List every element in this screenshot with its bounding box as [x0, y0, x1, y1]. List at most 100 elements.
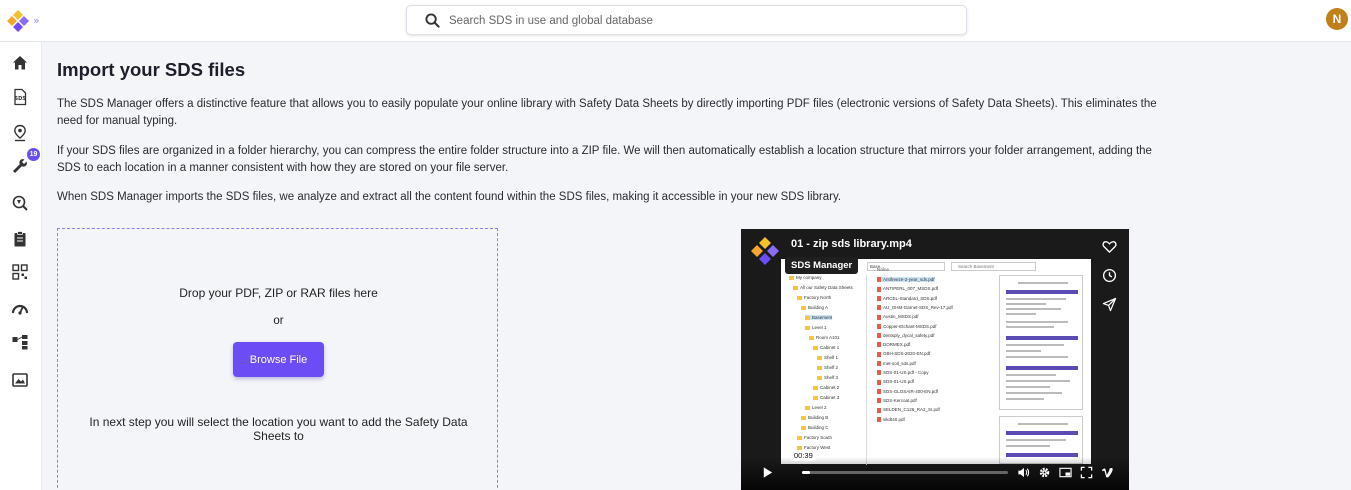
explorer-file-item: SDS-Kercoat.pdf — [877, 398, 917, 403]
explorer-folder-item: Building A — [801, 305, 828, 310]
explorer-folder-item: Building B — [801, 415, 828, 420]
sidebar-item-home[interactable] — [9, 52, 31, 74]
image-report-icon — [12, 373, 28, 387]
explorer-folder-item: Factory South — [797, 435, 832, 440]
wrench-icon — [13, 159, 27, 173]
explorer-search-box: Search Basement — [951, 262, 1036, 271]
explorer-folder-item: Factory North — [797, 295, 831, 300]
like-button[interactable] — [1098, 235, 1120, 257]
explorer-file-item: GBH-SDS-2020-EN.pdf — [877, 351, 930, 356]
explorer-folder-item: Room A101 — [809, 335, 840, 340]
explorer-file-item: AU_GHM-Garnet-SDS_Rev-17.pdf — [877, 305, 953, 310]
explorer-folder-item: Shelf 2 — [817, 365, 838, 370]
next-step-hint: In next step you will select the locatio… — [89, 415, 468, 443]
svg-text:SDS: SDS — [15, 96, 27, 102]
explorer-file-item: SDS-GLOSAIR-400-EN.pdf — [877, 389, 938, 394]
hierarchy-icon — [12, 335, 28, 350]
explorer-folder-item: Shelf 3 — [817, 375, 838, 380]
sidebar-item-clipboard[interactable] — [9, 228, 31, 250]
search-chemical-icon — [12, 195, 28, 211]
risk-gauge-icon — [11, 304, 29, 315]
fullscreen-icon — [1080, 466, 1092, 478]
play-button[interactable] — [756, 461, 778, 483]
explorer-folder-item: Building C — [801, 425, 829, 430]
qr-code-icon — [12, 264, 28, 280]
explorer-file-item: Antifreeze-2-year_sds.pdf — [877, 277, 935, 283]
explorer-folder-tree: My company All our Safety Data Sheets Fact… — [781, 275, 867, 465]
video-title[interactable]: 01 - zip sds library.mp4 — [791, 238, 912, 250]
files-column-header: Name — [877, 267, 890, 272]
zip-paragraph: If your SDS files are organized in a fol… — [57, 145, 1152, 174]
explorer-file-item: SDS-01-US.pdf - Copy — [877, 370, 929, 375]
explorer-file-item: vikdt40.pdf — [877, 417, 905, 422]
clock-icon — [1102, 268, 1116, 282]
explorer-file-item: SELDEN_C126_RA2_SI.pdf — [877, 407, 940, 412]
sidebar: SDS 19 — [0, 42, 42, 490]
pdf-preview-page — [999, 275, 1083, 410]
send-icon — [1102, 297, 1116, 311]
user-avatar[interactable]: N — [1326, 8, 1348, 30]
analysis-paragraph: When SDS Manager imports the SDS files, … — [57, 191, 842, 203]
explorer-folder-item: Cabinet 2 — [813, 385, 839, 390]
sidebar-item-hierarchy[interactable] — [9, 331, 31, 353]
explorer-folder-item: My company — [789, 275, 822, 280]
drop-instructions: Drop your PDF, ZIP or RAR files here — [179, 286, 378, 300]
search-icon — [425, 13, 440, 28]
settings-button[interactable] — [1033, 461, 1055, 483]
sidebar-item-chemical-search[interactable] — [9, 192, 31, 214]
fullscreen-button[interactable] — [1075, 461, 1097, 483]
tutorial-video-player[interactable]: Base... Search Basement My company All ou… — [741, 229, 1129, 490]
heart-icon — [1101, 240, 1117, 253]
explorer-file-item: ANTIPERL_007_MSDS.pdf — [877, 286, 938, 291]
explorer-file-item: met-soil_sds.pdf — [877, 361, 916, 366]
video-frame: Base... Search Basement My company All ou… — [781, 259, 1091, 465]
sidebar-item-locations[interactable] — [9, 122, 31, 144]
play-icon — [763, 466, 772, 478]
explorer-folder-item: Cabinet 3 — [813, 395, 839, 400]
page-title: Import your SDS files — [57, 59, 246, 80]
volume-button[interactable] — [1012, 461, 1034, 483]
search-input[interactable] — [449, 11, 949, 31]
explorer-folder-item: All our Safety Data Sheets — [793, 285, 853, 290]
clipboard-icon — [14, 231, 26, 247]
video-progress-fill — [802, 471, 811, 474]
explorer-file-item: dentsply_dycal_safety.pdf — [877, 333, 934, 338]
location-pin-icon — [14, 124, 26, 142]
explorer-folder-item: Level 2 — [805, 405, 827, 410]
explorer-file-item: DORMEX.pdf — [877, 342, 910, 347]
explorer-file-item: Copper-Etchant-MSDS.pdf — [877, 324, 937, 329]
explorer-file-item: ARCEL-Standard_SDS.pdf — [877, 296, 937, 301]
or-separator: or — [273, 315, 284, 327]
sidebar-item-risk[interactable] — [9, 298, 31, 320]
share-button[interactable] — [1098, 293, 1120, 315]
file-drop-zone[interactable]: Drop your PDF, ZIP or RAR files here or … — [57, 228, 498, 490]
app-logo-icon[interactable]: » — [6, 8, 44, 34]
video-brand-label: SDS Manager — [785, 257, 859, 274]
sds-document-icon: SDS — [14, 88, 27, 106]
watch-later-button[interactable] — [1098, 264, 1120, 286]
sidebar-item-qr-codes[interactable] — [9, 261, 31, 283]
gear-icon — [1039, 467, 1049, 477]
sds-manager-logo-icon — [747, 235, 783, 271]
vimeo-icon — [1101, 467, 1113, 478]
explorer-folder-item: Level 1 — [805, 325, 827, 330]
home-icon — [13, 56, 27, 70]
explorer-folder-item: Basement — [805, 315, 833, 320]
svg-text:»: » — [33, 14, 40, 27]
video-timestamp: 00:39 — [791, 450, 816, 461]
pip-icon — [1058, 467, 1072, 477]
explorer-file-item: SDS-01-US.pdf — [877, 379, 914, 384]
sidebar-item-reports[interactable] — [9, 369, 31, 391]
picture-in-picture-button[interactable] — [1054, 461, 1076, 483]
volume-icon — [1017, 467, 1029, 477]
sidebar-item-tools[interactable]: 19 — [9, 148, 40, 177]
explorer-folder-item: Shelf 1 — [817, 355, 838, 360]
global-search[interactable] — [406, 5, 967, 35]
sidebar-item-sds[interactable]: SDS — [9, 86, 31, 108]
explorer-file-item: Austin_MSDS.pdf — [877, 314, 919, 319]
browse-file-button[interactable]: Browse File — [233, 342, 324, 377]
video-progress-bar[interactable] — [802, 471, 1008, 474]
top-bar: » N — [0, 0, 1351, 42]
notification-badge: 19 — [27, 148, 40, 161]
vimeo-logo-button[interactable] — [1096, 461, 1118, 483]
